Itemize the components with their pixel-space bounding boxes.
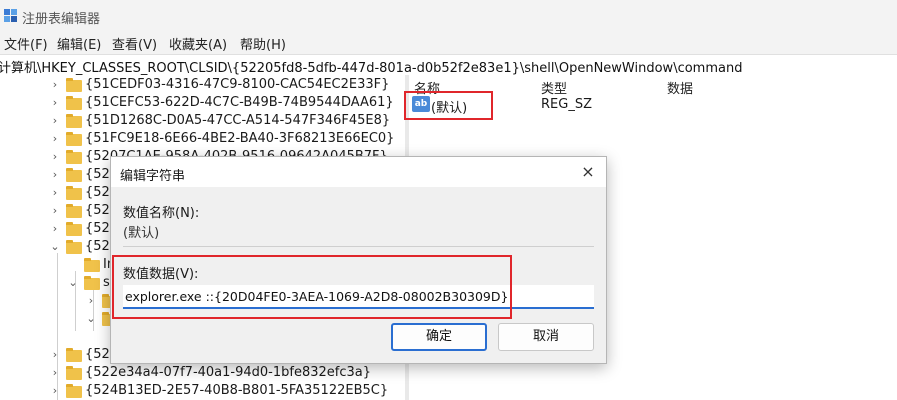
edit-string-dialog: 编辑字符串 × 数值名称(N): (默认) 数值数据(V): 确定 取消 [110, 156, 607, 364]
value-name-label: 数值名称(N): [123, 206, 200, 221]
tree-item-label: {51CEFC53-622D-4C7C-B49B-74B9544DAA61} [85, 95, 394, 110]
folder-icon [66, 150, 82, 164]
close-icon[interactable]: × [577, 161, 599, 183]
dialog-title: 编辑字符串 [120, 169, 186, 184]
chevron-down-icon[interactable]: ⌄ [68, 276, 78, 289]
menu-bar: 文件(F) 编辑(E) 查看(V) 收藏夹(A) 帮助(H) [0, 32, 897, 54]
folder-icon [66, 366, 82, 380]
chevron-right-icon[interactable]: › [50, 186, 60, 199]
menu-view[interactable]: 查看(V) [112, 34, 157, 53]
chevron-right-icon[interactable]: › [50, 384, 60, 397]
menu-help[interactable]: 帮助(H) [240, 34, 286, 53]
value-row-type: REG_SZ [541, 97, 592, 112]
tree-item-label: {522e34a4-07f7-40a1-94d0-1bfe832efc3a} [85, 365, 371, 380]
value-name-field: (默认) [123, 226, 160, 241]
folder-icon [66, 204, 82, 218]
chevron-right-icon[interactable]: › [50, 348, 60, 361]
folder-icon [66, 168, 82, 182]
folder-icon [66, 384, 82, 398]
highlight-box [112, 255, 512, 319]
address-path[interactable]: 计算机\HKEY_CLASSES_ROOT\CLSID\{52205fd8-5d… [0, 57, 742, 76]
folder-icon [66, 186, 82, 200]
folder-icon [66, 96, 82, 110]
chevron-right-icon[interactable]: › [50, 78, 60, 91]
chevron-right-icon[interactable]: › [50, 366, 60, 379]
highlight-box [404, 91, 493, 120]
column-header-type[interactable]: 类型 [541, 78, 567, 97]
folder-icon [66, 78, 82, 92]
chevron-right-icon[interactable]: › [50, 204, 60, 217]
folder-icon [66, 348, 82, 362]
window-title: 注册表编辑器 [22, 12, 101, 27]
tree-item-label: {51FC9E18-6E66-4BE2-BA40-3F68213E66EC0} [85, 131, 395, 146]
folder-icon [66, 114, 82, 128]
chevron-down-icon[interactable]: ⌄ [86, 312, 96, 325]
chevron-right-icon[interactable]: › [50, 168, 60, 181]
registry-editor-icon [4, 9, 18, 23]
folder-icon [66, 132, 82, 146]
chevron-right-icon[interactable]: › [86, 294, 96, 307]
chevron-right-icon[interactable]: › [50, 96, 60, 109]
menu-edit[interactable]: 编辑(E) [57, 34, 101, 53]
chevron-down-icon[interactable]: ⌄ [50, 240, 60, 253]
dialog-title-bar: 编辑字符串 × [111, 157, 606, 187]
tree-item-label: {51D1268C-D0A5-47CC-A514-547F346F45E8} [85, 113, 391, 128]
chevron-right-icon[interactable]: › [50, 150, 60, 163]
tree-item-label: {51CEDF03-4316-47C9-8100-CAC54EC2E33F} [85, 77, 390, 92]
chevron-right-icon[interactable]: › [50, 222, 60, 235]
title-bar: 注册表编辑器 [0, 0, 897, 32]
folder-icon [84, 276, 100, 290]
tree-item-label: {524B13ED-2E57-40B8-B801-5FA35122EB5C} [85, 383, 389, 398]
menu-file[interactable]: 文件(F) [4, 34, 48, 53]
chevron-right-icon[interactable]: › [50, 132, 60, 145]
column-header-data[interactable]: 数据 [667, 78, 693, 97]
chevron-right-icon[interactable]: › [50, 114, 60, 127]
folder-icon [66, 222, 82, 236]
cancel-button[interactable]: 取消 [498, 323, 594, 351]
ok-button[interactable]: 确定 [391, 323, 487, 351]
folder-icon [66, 240, 82, 254]
menu-favorites[interactable]: 收藏夹(A) [169, 34, 227, 53]
folder-icon [84, 258, 100, 272]
address-bar[interactable]: 计算机\HKEY_CLASSES_ROOT\CLSID\{52205fd8-5d… [0, 54, 897, 76]
field-underline [123, 246, 594, 247]
